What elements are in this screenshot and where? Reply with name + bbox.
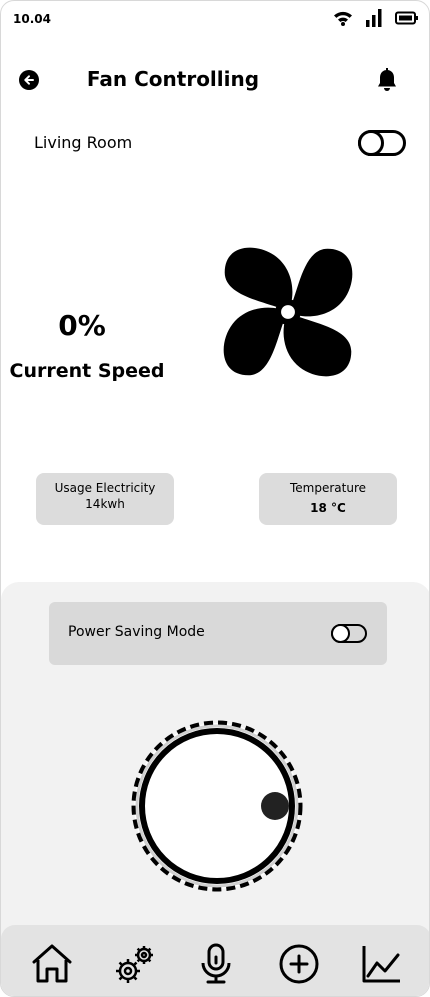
temperature-number: 18	[310, 501, 327, 515]
plus-circle-icon	[279, 944, 319, 984]
power-saving-card: Power Saving Mode	[49, 602, 387, 665]
speed-value: 0%	[58, 309, 106, 342]
status-time: 10.04	[13, 12, 51, 26]
home-icon	[32, 944, 72, 983]
bottom-nav	[1, 925, 429, 996]
toggle-knob	[358, 130, 384, 156]
temperature-unit: °C	[331, 501, 346, 515]
temperature-label: Temperature	[289, 481, 366, 495]
phone-frame: 10.04 Fan Controlling Living Room 0% Cur…	[0, 0, 430, 997]
chart-icon	[362, 946, 400, 983]
status-icons	[333, 9, 419, 27]
speed-dial[interactable]	[125, 717, 311, 893]
nav-add-button[interactable]	[278, 943, 320, 985]
gear-icon	[116, 946, 153, 983]
electricity-card: Usage Electricity 14kwh	[36, 473, 174, 525]
notification-button[interactable]	[375, 67, 399, 93]
toggle-knob	[331, 624, 350, 643]
power-saving-toggle[interactable]	[331, 624, 367, 643]
speed-label: Current Speed	[9, 360, 165, 382]
room-power-toggle[interactable]	[358, 130, 406, 156]
fan-icon	[223, 247, 353, 377]
nav-statistics-button[interactable]	[361, 943, 403, 985]
bell-icon	[378, 68, 396, 91]
nav-voice-button[interactable]	[196, 943, 238, 985]
power-saving-label: Power Saving Mode	[68, 624, 205, 640]
battery-icon	[395, 11, 418, 25]
nav-settings-button[interactable]	[114, 943, 156, 985]
nav-home-button[interactable]	[30, 943, 72, 985]
page-title: Fan Controlling	[86, 67, 260, 91]
electricity-value: 14kwh	[85, 497, 125, 511]
temperature-card: Temperature 18 °C	[259, 473, 397, 525]
microphone-icon	[201, 943, 231, 984]
dial-knob[interactable]	[261, 792, 289, 820]
room-label: Living Room	[34, 133, 133, 152]
electricity-label: Usage Electricity	[54, 481, 156, 495]
wifi-icon	[334, 11, 352, 26]
signal-icon	[366, 9, 382, 27]
temperature-value: 18 °C	[259, 501, 397, 515]
